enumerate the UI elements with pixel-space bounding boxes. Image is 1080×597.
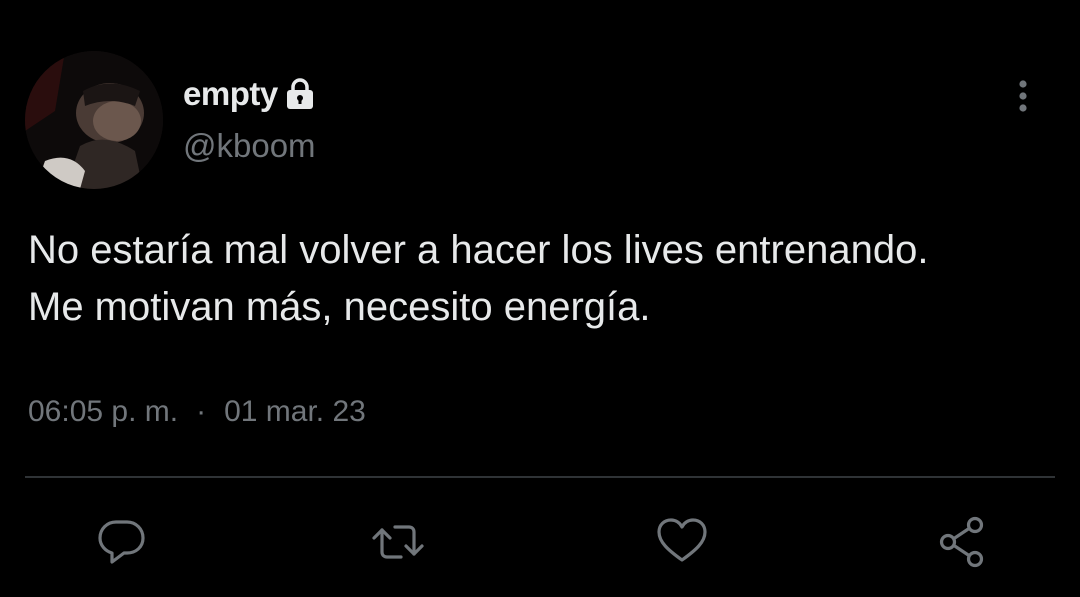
display-name[interactable]: empty bbox=[183, 72, 278, 116]
user-info[interactable]: empty @kboom bbox=[183, 72, 316, 166]
tweet-time[interactable]: 06:05 p. m. bbox=[28, 390, 178, 434]
avatar-image bbox=[25, 51, 163, 189]
retweet-icon bbox=[372, 525, 424, 559]
avatar[interactable] bbox=[25, 51, 163, 189]
heart-icon bbox=[657, 518, 707, 562]
reply-button[interactable] bbox=[94, 514, 150, 570]
reply-icon bbox=[98, 520, 145, 564]
lock-icon bbox=[284, 77, 316, 111]
tweet-date[interactable]: 01 mar. 23 bbox=[224, 390, 366, 434]
like-button[interactable] bbox=[654, 514, 710, 570]
tweet-timestamp[interactable]: 06:05 p. m. · 01 mar. 23 bbox=[28, 390, 366, 434]
share-button[interactable] bbox=[935, 514, 991, 570]
more-vertical-icon bbox=[1019, 80, 1027, 112]
divider bbox=[25, 476, 1055, 478]
display-name-row: empty bbox=[183, 72, 316, 116]
retweet-button[interactable] bbox=[370, 514, 426, 570]
tweet-text: No estaría mal volver a hacer los lives … bbox=[28, 228, 929, 329]
share-icon bbox=[939, 516, 984, 568]
user-handle[interactable]: @kboom bbox=[183, 126, 316, 166]
meta-separator: · bbox=[196, 395, 207, 428]
tweet: empty @kboom No estaría mal volver a hac… bbox=[0, 0, 1080, 597]
more-options-button[interactable] bbox=[1008, 76, 1038, 116]
